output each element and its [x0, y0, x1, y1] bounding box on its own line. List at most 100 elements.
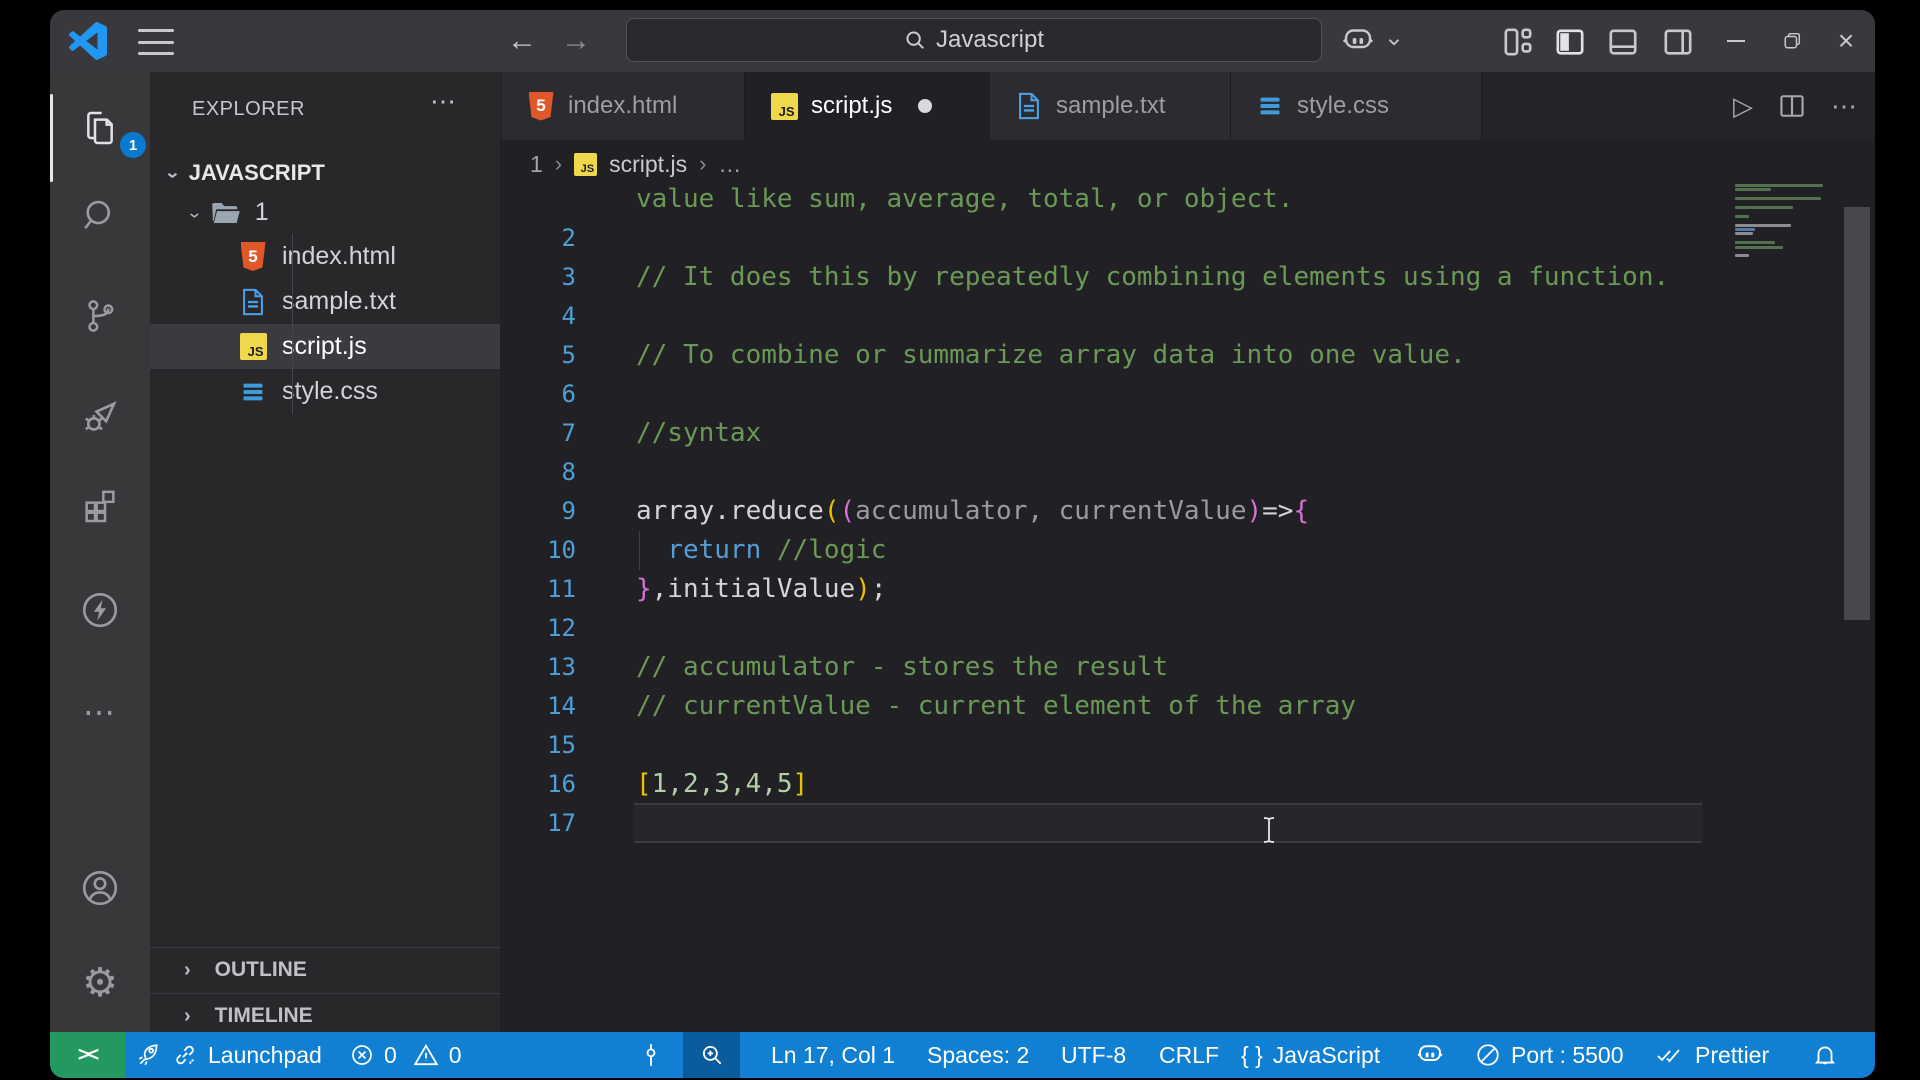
- line-number: 15: [547, 731, 576, 759]
- line-number: 12: [547, 614, 576, 642]
- folder-row[interactable]: ⌄ 1: [150, 190, 500, 235]
- problems-item[interactable]: 0 0: [350, 1032, 462, 1078]
- code-line-1[interactable]: value like sum, average, total, or objec…: [636, 180, 1293, 219]
- code-line-9[interactable]: array.reduce((accumulator, currentValue)…: [636, 492, 1309, 531]
- modified-dot-icon[interactable]: [918, 99, 933, 113]
- line-number: 2: [561, 224, 576, 252]
- minimap[interactable]: [1735, 184, 1835, 344]
- chevron-down-icon: ⌄: [186, 204, 203, 222]
- toggle-secondary-sidebar-icon[interactable]: [1660, 26, 1696, 58]
- tree-item-index.html[interactable]: 5 index.html: [150, 234, 500, 279]
- source-control-icon[interactable]: [64, 280, 136, 352]
- customize-layout-icon[interactable]: [1500, 26, 1536, 58]
- explorer-badge: 1: [120, 132, 146, 158]
- html-file-icon: 5: [238, 241, 268, 273]
- run-debug-icon[interactable]: [64, 380, 136, 452]
- line-number: [520, 180, 576, 219]
- code-line-7[interactable]: //syntax: [636, 414, 761, 453]
- copilot-status-icon[interactable]: [1415, 1032, 1445, 1078]
- txt-file-icon: [1014, 90, 1044, 122]
- menu-hamburger-icon[interactable]: [138, 29, 174, 55]
- code-line-14[interactable]: // currentValue - current element of the…: [636, 687, 1356, 726]
- search-view-icon[interactable]: [64, 180, 136, 252]
- tab-label: script.js: [811, 92, 893, 119]
- vertical-scrollbar[interactable]: [1844, 207, 1870, 620]
- cursor-position[interactable]: Ln 17, Col 1: [771, 1032, 895, 1078]
- tab-style.css[interactable]: style.css: [1231, 72, 1482, 140]
- launchpad-label: Launchpad: [208, 1041, 322, 1068]
- indentation[interactable]: Spaces: 2: [927, 1032, 1029, 1078]
- folder-icon: [211, 197, 241, 229]
- line-number: 7: [561, 419, 576, 447]
- minimap-line: [1735, 232, 1753, 236]
- js-file-icon: JS: [238, 331, 268, 363]
- line-number: 3: [561, 263, 576, 291]
- vscode-logo-icon: [68, 21, 108, 61]
- code-line-11[interactable]: },initialValue);: [636, 570, 886, 609]
- line-number: 10: [547, 536, 576, 564]
- command-center-search[interactable]: Javascript: [626, 18, 1322, 62]
- code-line-13[interactable]: // accumulator - stores the result: [636, 648, 1168, 687]
- code-line-5[interactable]: // To combine or summarize array data in…: [636, 336, 1466, 375]
- live-server-port[interactable]: Port : 5500: [1475, 1032, 1624, 1078]
- breadcrumb-file[interactable]: script.js: [609, 151, 687, 178]
- toggle-panel-icon[interactable]: [1605, 26, 1641, 58]
- copilot-chevron-down-icon[interactable]: [1382, 30, 1406, 54]
- run-file-button[interactable]: ▷: [1733, 91, 1753, 122]
- tab-label: style.css: [1297, 92, 1390, 119]
- tab-sample.txt[interactable]: sample.txt: [990, 72, 1231, 140]
- tab-label: index.html: [568, 92, 678, 119]
- txt-file-icon: [238, 286, 268, 318]
- tab-index.html[interactable]: 5 index.html: [502, 72, 745, 140]
- code-line-16[interactable]: [1,2,3,4,5]: [636, 765, 808, 804]
- minimap-line: [1735, 184, 1823, 187]
- editor-more-actions-button[interactable]: ⋯: [1831, 91, 1857, 122]
- code-line-10[interactable]: return //logic: [636, 531, 886, 570]
- explorer-sidebar: EXPLORER ⋯ ⌄ JAVASCRIPT ⌄ 1 5 index.html s…: [150, 72, 501, 1032]
- warning-icon: [413, 1043, 439, 1067]
- settings-gear-icon[interactable]: ⚙: [64, 947, 136, 1019]
- port-label: Port : 5500: [1511, 1041, 1624, 1068]
- braces-icon: { }: [1241, 1041, 1263, 1068]
- tree-item-style.css[interactable]: style.css: [150, 369, 500, 414]
- thunder-client-icon[interactable]: [64, 574, 136, 646]
- notifications-bell-icon[interactable]: [1812, 1032, 1838, 1078]
- minimize-button[interactable]: [1718, 23, 1754, 59]
- split-editor-button[interactable]: [1779, 93, 1805, 119]
- tree-item-sample.txt[interactable]: sample.txt: [150, 279, 500, 324]
- chevron-right-icon: ›: [699, 151, 707, 176]
- code-line-3[interactable]: // It does this by repeatedly combining …: [636, 258, 1669, 297]
- zoom-indicator[interactable]: [683, 1032, 740, 1078]
- breadcrumb-symbol[interactable]: …: [718, 151, 741, 178]
- copilot-icon[interactable]: [1338, 25, 1378, 57]
- language-mode[interactable]: { } JavaScript: [1241, 1032, 1380, 1078]
- prettier-item[interactable]: Prettier: [1655, 1032, 1769, 1078]
- tab-script.js[interactable]: JS script.js: [745, 72, 990, 140]
- section-outline[interactable]: › OUTLINE: [150, 947, 500, 992]
- close-window-button[interactable]: ×: [1828, 23, 1864, 59]
- more-views-icon[interactable]: ⋯: [64, 676, 136, 748]
- breadcrumb-folder[interactable]: 1: [530, 151, 543, 178]
- vscode-window: ← → Javascript × 1 ⋯ ⚙ EXPLORER ⋯ ⌄ JAVA…: [50, 10, 1875, 1078]
- workspace-root-row[interactable]: ⌄ JAVASCRIPT: [150, 150, 500, 195]
- tree-item-script.js[interactable]: JS script.js: [150, 324, 500, 369]
- port-forward-icon[interactable]: [638, 1032, 664, 1078]
- extensions-icon[interactable]: [64, 470, 136, 542]
- account-icon[interactable]: [64, 852, 136, 924]
- explorer-icon[interactable]: 1: [64, 92, 146, 164]
- back-button[interactable]: ←: [502, 22, 542, 60]
- toggle-primary-sidebar-icon[interactable]: [1552, 26, 1588, 58]
- encoding[interactable]: UTF-8: [1061, 1032, 1126, 1078]
- title-bar: ← → Javascript ×: [50, 10, 1875, 72]
- remote-indicator[interactable]: ><: [50, 1032, 125, 1078]
- eol-sequence[interactable]: CRLF: [1159, 1032, 1219, 1078]
- explorer-more-actions-icon[interactable]: ⋯: [430, 86, 456, 117]
- file-name: sample.txt: [282, 287, 396, 315]
- file-name: index.html: [282, 242, 396, 270]
- launchpad-item[interactable]: Launchpad: [136, 1032, 322, 1078]
- minimap-line: [1735, 254, 1749, 258]
- rocket-icon: [136, 1042, 162, 1068]
- forward-button[interactable]: →: [556, 22, 596, 60]
- maximize-restore-button[interactable]: [1774, 23, 1810, 59]
- line-number: 4: [561, 302, 576, 330]
